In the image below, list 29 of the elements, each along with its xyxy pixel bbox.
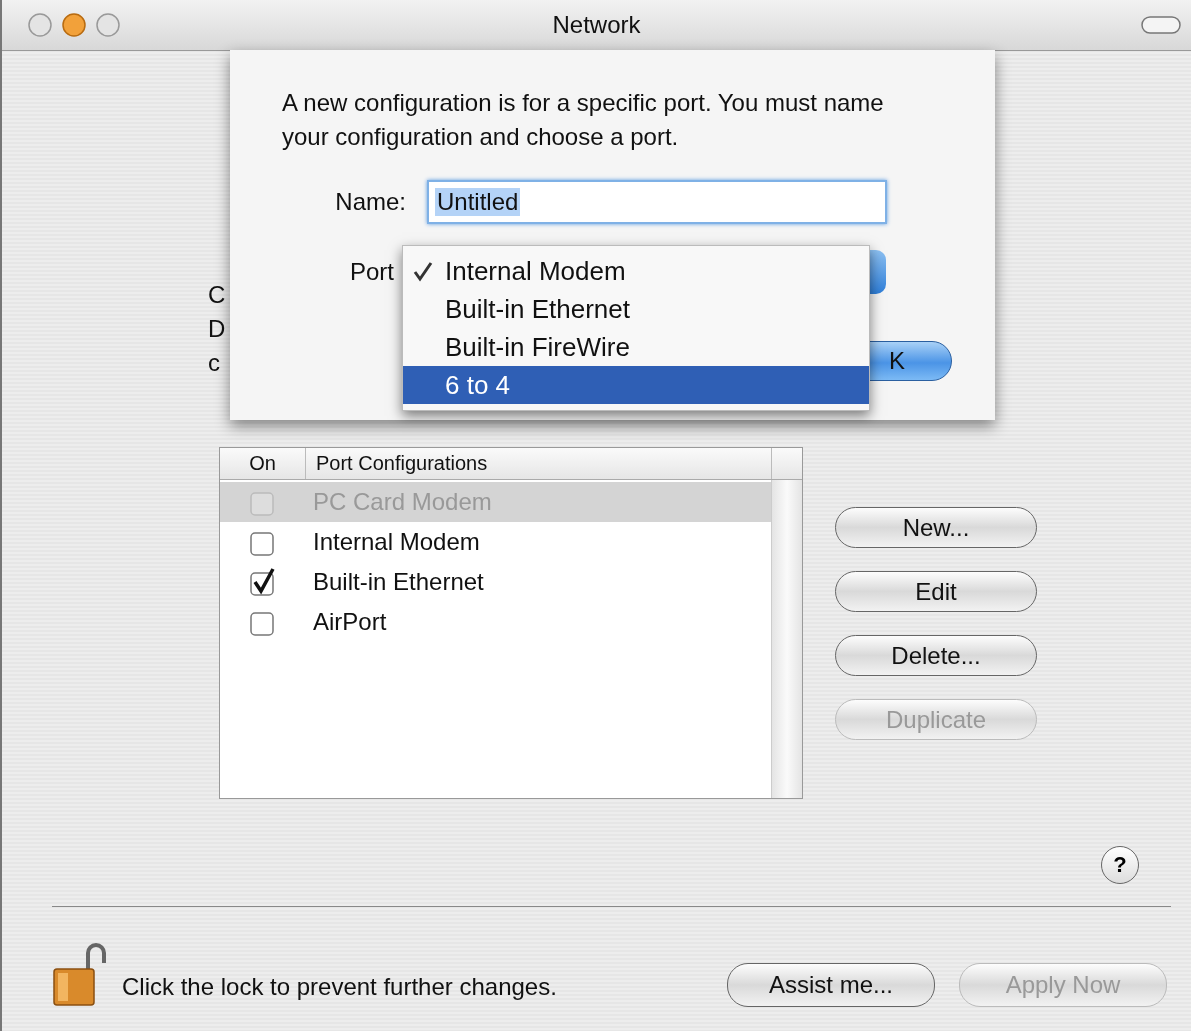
footer-button[interactable]: Assist me... bbox=[727, 963, 935, 1007]
lock-icon[interactable] bbox=[52, 943, 108, 1007]
menu-item[interactable]: Internal Modem bbox=[403, 252, 869, 290]
zoom-icon[interactable] bbox=[96, 13, 120, 37]
sheet-message: A new configuration is for a specific port. You must name your configuration and choose a port. bbox=[282, 88, 885, 152]
table-row[interactable]: Built-in Ethernet bbox=[220, 562, 771, 602]
action-button[interactable]: New... bbox=[835, 507, 1037, 548]
menu-item[interactable]: Built-in Ethernet bbox=[403, 290, 869, 328]
table-row[interactable]: Internal Modem bbox=[220, 522, 771, 562]
table-row[interactable]: AirPort bbox=[220, 602, 771, 642]
action-button[interactable]: Delete... bbox=[835, 635, 1037, 676]
toolbar-toggle-icon[interactable] bbox=[1141, 15, 1181, 35]
window-title: Network bbox=[552, 11, 641, 39]
name-field[interactable]: Untitled bbox=[427, 180, 887, 224]
name-label: Name: bbox=[334, 188, 406, 216]
background-text: c bbox=[208, 348, 221, 378]
scroll-track[interactable] bbox=[771, 480, 802, 798]
close-icon[interactable] bbox=[28, 13, 52, 37]
lock-message: Click the lock to prevent further changes. bbox=[122, 973, 557, 1001]
minimize-icon[interactable] bbox=[62, 13, 86, 37]
action-button[interactable]: Edit bbox=[835, 571, 1037, 612]
menu-item[interactable]: 6 to 4 bbox=[403, 366, 869, 404]
port-label: Port bbox=[350, 258, 394, 286]
help-button[interactable]: ? bbox=[1101, 846, 1139, 884]
background-text: D bbox=[208, 314, 226, 344]
checkbox[interactable] bbox=[249, 567, 277, 597]
background-text: C bbox=[208, 280, 226, 310]
column-header[interactable]: On bbox=[220, 448, 306, 479]
column-header[interactable]: Port Configurations bbox=[306, 448, 772, 479]
